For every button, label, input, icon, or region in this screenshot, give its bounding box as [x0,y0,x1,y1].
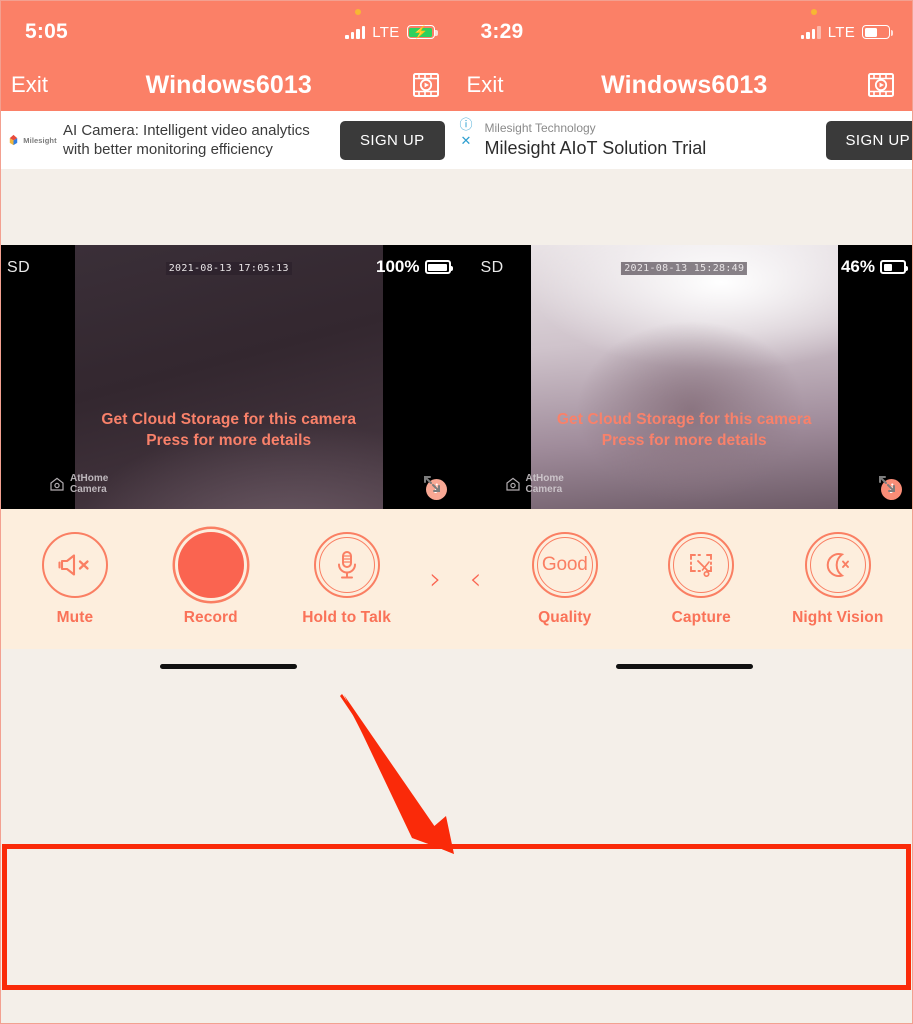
page-title: Windows6013 [145,70,312,99]
ad-copy: Milesight Technology Milesight AIoT Solu… [457,121,826,159]
camera-battery-indicator: 46% [840,257,908,277]
phone-screen-left: 5:05 LTE ⚡ Exit Windows6013 Milesight AI… [0,0,457,1024]
signal-bars-icon [800,25,821,39]
page-title: Windows6013 [601,70,768,99]
toolbar-item-quality[interactable]: Good Quality [509,531,621,627]
home-indicator-zone [456,649,912,683]
status-clock: 3:29 [480,20,524,43]
fullscreen-icon[interactable] [421,473,443,495]
record-dot-icon[interactable] [177,531,244,598]
toolbar-item-capture[interactable]: Capture [645,531,757,627]
battery-icon: ⚡ [406,25,438,39]
video-player[interactable]: SD 2021-08-13 17:05:13 100% AtHome Camer… [1,245,457,509]
ad-banner[interactable]: Milesight AI Camera: Intelligent video a… [1,111,457,169]
home-indicator[interactable] [160,663,298,669]
home-indicator-zone [1,649,457,683]
milesight-logo-icon [7,134,20,147]
moon-off-icon[interactable] [804,531,871,598]
exit-button[interactable]: Exit [467,72,504,98]
advertiser-name: Milesight [23,135,57,145]
ad-controls[interactable]: ⓘ ✕ [460,119,473,148]
film-play-icon[interactable] [866,70,896,100]
ad-info-icon[interactable]: ⓘ [460,119,473,132]
cloud-promo-line-2: Press for more details [146,432,312,449]
toolbar-label-mute: Mute [56,608,94,626]
stream-quality-badge: SD [7,259,31,276]
ad-headline: Milesight AIoT Solution Trial [484,138,707,158]
video-frame [75,245,383,509]
athome-watermark: AtHome Camera [49,473,108,495]
cloud-promo-line-1: Get Cloud Storage for this camera [101,411,357,428]
toolbar-prev-button[interactable]: ‹ [461,562,491,597]
video-player[interactable]: SD 2021-08-13 15:28:49 46% AtHome Camera [456,245,912,509]
film-play-icon[interactable] [411,70,441,100]
capture-crop-icon[interactable] [668,531,735,598]
toolbar-items: Mute Record Hold to Talk [1,531,421,627]
cloud-promo-line-1: Get Cloud Storage for this camera [556,411,812,428]
fullscreen-icon[interactable] [876,473,898,495]
exit-button[interactable]: Exit [11,72,48,98]
screenshot-root: 5:05 LTE ⚡ Exit Windows6013 Milesight AI… [0,0,913,1024]
content-gap-top [456,169,912,245]
toolbar-items: Good Quality Capture Night Vision [491,531,913,627]
watermark-line-1: AtHome [70,473,109,484]
ad-close-icon[interactable]: ✕ [461,135,472,148]
home-icon [50,477,64,491]
status-indicators: LTE [800,23,893,41]
battery-icon [862,25,893,39]
toolbar-item-mute[interactable]: Mute [19,531,131,627]
video-frame [530,245,838,509]
toolbar-item-hold-to-talk[interactable]: Hold to Talk [291,531,403,627]
ad-signup-button[interactable]: SIGN UP [340,120,445,160]
watermark-line-1: AtHome [525,473,564,484]
cloud-storage-promo[interactable]: Get Cloud Storage for this camera Press … [457,409,913,451]
ad-signup-button[interactable]: SIGN UP [825,120,913,160]
home-indicator[interactable] [615,663,753,669]
notification-dot [810,9,817,15]
nav-bar: Exit Windows6013 [456,59,912,111]
cloud-storage-promo[interactable]: Get Cloud Storage for this camera Press … [1,409,457,451]
toolbar-next-button[interactable]: › [421,562,451,597]
camera-battery-percent: 46% [840,257,875,276]
status-bar: 5:05 LTE ⚡ [1,1,457,59]
toolbar-item-record[interactable]: Record [155,531,267,627]
quality-value: Good [541,553,588,575]
microphone-icon[interactable] [313,531,380,598]
toolbar-item-night-vision[interactable]: Night Vision [782,531,894,627]
network-label: LTE [827,23,855,41]
toolbar-label-hold-to-talk: Hold to Talk [302,608,391,626]
ad-headline: AI Camera: Intelligent video analytics w… [63,122,310,158]
toolbar-label-record: Record [183,608,238,626]
athome-watermark: AtHome Camera [505,473,564,495]
camera-battery-indicator: 100% [376,257,453,277]
control-toolbar: ‹ Good Quality Capture Night Vision [456,509,913,649]
nav-bar: Exit Windows6013 [1,59,457,111]
quality-good-icon[interactable]: Good [531,531,598,598]
status-clock: 5:05 [25,20,68,43]
phone-screen-right: 3:29 LTE Exit Windows6013 ⓘ ✕ Milesight … [456,0,913,1024]
camera-battery-percent: 100% [376,257,420,276]
notification-dot [355,9,361,15]
watermark-line-2: Camera [70,484,107,495]
watermark-line-2: Camera [525,484,563,495]
status-bar: 3:29 LTE [456,1,912,59]
toolbar-label-quality: Quality [538,608,592,626]
ad-banner[interactable]: ⓘ ✕ Milesight Technology Milesight AIoT … [456,111,913,169]
status-indicators: LTE ⚡ [345,23,438,41]
content-gap-top [1,169,457,245]
video-timestamp: 2021-08-13 17:05:13 [165,262,292,275]
toolbar-label-night-vision: Night Vision [792,608,884,626]
advertiser-logo: Milesight [1,134,63,147]
network-label: LTE [372,23,400,41]
stream-quality-badge: SD [480,259,504,276]
speaker-muted-icon[interactable] [41,531,108,598]
video-timestamp: 2021-08-13 15:28:49 [621,262,748,275]
signal-bars-icon [345,25,366,39]
advertiser-name: Milesight Technology [484,121,596,135]
cloud-promo-line-2: Press for more details [601,432,767,449]
home-icon [505,477,520,491]
control-toolbar: Mute Record Hold to Talk › [1,509,457,649]
toolbar-label-capture: Capture [671,608,731,626]
